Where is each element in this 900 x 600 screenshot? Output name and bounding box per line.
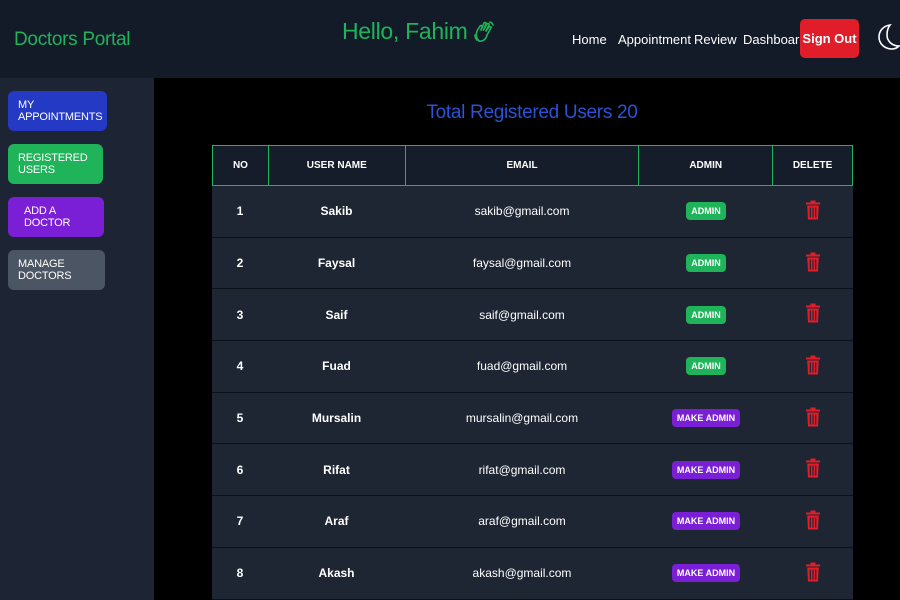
trash-icon[interactable] [805, 355, 820, 378]
cell-email: fuad@gmail.com [476, 359, 568, 374]
cell-user-name: Mursalin [311, 411, 362, 426]
sidebar-item-manage-doctors[interactable]: MANAGE DOCTORS [8, 250, 105, 290]
cell-delete [773, 238, 852, 289]
cell-email: akash@gmail.com [472, 566, 572, 581]
sidebar-item-my-appointments[interactable]: MY APPOINTMENTS [8, 91, 107, 131]
column-header-user-name: USER NAME [269, 146, 406, 185]
trash-icon[interactable] [805, 407, 820, 430]
trash-icon[interactable] [805, 200, 820, 223]
make-admin-button[interactable]: MAKE ADMIN [671, 460, 741, 479]
cell-delete [773, 496, 852, 547]
table-body: 1 Sakib sakib@gmail.com ADMIN 2 Faysal faysal@… [212, 186, 853, 600]
trash-icon[interactable] [805, 303, 820, 326]
greeting: Hello, Fahim [342, 18, 494, 45]
column-header-email: EMAIL [406, 146, 640, 185]
cell-admin: MAKE ADMIN [639, 548, 773, 599]
cell-no: 2 [236, 256, 244, 271]
table-row: 2 Faysal faysal@gmail.com ADMIN [212, 237, 853, 290]
cell-no: 6 [236, 462, 244, 477]
admin-badge: ADMIN [686, 254, 726, 273]
cell-no: 8 [236, 566, 244, 581]
cell-delete [773, 289, 852, 340]
trash-icon[interactable] [805, 562, 820, 585]
cell-delete [773, 444, 852, 495]
cell-email: rifat@gmail.com [478, 462, 566, 477]
column-header-no: NO [213, 146, 269, 185]
cell-admin: MAKE ADMIN [639, 393, 773, 444]
trash-icon[interactable] [805, 510, 820, 533]
column-header-delete: DELETE [792, 160, 833, 171]
make-admin-button[interactable]: MAKE ADMIN [671, 409, 741, 428]
table-row: 8 Akash akash@gmail.com MAKE ADMIN [212, 547, 853, 600]
cell-email: faysal@gmail.com [472, 256, 572, 271]
table-row: 4 Fuad fuad@gmail.com ADMIN [212, 341, 853, 393]
sidebar-item-add-a-doctor[interactable]: ADD A DOCTOR [8, 197, 104, 237]
cell-no: 5 [236, 411, 244, 426]
cell-delete [773, 186, 852, 237]
cell-admin: MAKE ADMIN [639, 496, 773, 547]
cell-no: 7 [236, 514, 244, 529]
cell-delete [773, 341, 852, 392]
waving-hand-icon [473, 20, 494, 42]
trash-icon[interactable] [805, 252, 820, 275]
cell-user-name: Akash [318, 566, 355, 581]
cell-admin: ADMIN [639, 186, 773, 237]
cell-user-name: Rifat [323, 462, 350, 477]
sign-out-button[interactable]: Sign Out [800, 19, 859, 58]
make-admin-button[interactable]: MAKE ADMIN [671, 512, 741, 531]
cell-no: 3 [236, 307, 244, 322]
cell-user-name: Saif [325, 307, 348, 322]
table-header: NO USER NAME EMAIL ADMIN DELETE [212, 145, 853, 186]
admin-badge: ADMIN [686, 305, 726, 324]
table-row: 3 Saif saif@gmail.com ADMIN [212, 289, 853, 342]
cell-email: sakib@gmail.com [474, 204, 570, 219]
table-row: 7 Araf araf@gmail.com MAKE ADMIN [212, 496, 853, 548]
cell-admin: ADMIN [639, 238, 773, 289]
cell-user-name: Araf [324, 514, 349, 529]
trash-icon[interactable] [805, 458, 820, 481]
users-table: NO USER NAME EMAIL ADMIN DELETE 1 Sakib sa… [212, 145, 853, 600]
table-row: 1 Sakib sakib@gmail.com ADMIN [212, 186, 853, 238]
cell-no: 4 [236, 359, 244, 374]
moon-icon[interactable] [876, 22, 900, 52]
sidebar: MY APPOINTMENTS REGISTERED USERS ADD A D… [0, 78, 154, 600]
cell-admin: MAKE ADMIN [639, 444, 773, 495]
greeting-text: Hello, Fahim [342, 18, 468, 44]
nav-review[interactable]: Review [694, 32, 737, 47]
nav-dashboard[interactable]: Dashboard [743, 32, 807, 47]
nav-appointment[interactable]: Appointment [618, 32, 691, 47]
cell-delete [773, 548, 852, 599]
cell-user-name: Faysal [317, 256, 356, 271]
cell-email: mursalin@gmail.com [465, 411, 579, 426]
brand-logo[interactable]: Doctors Portal [14, 29, 130, 51]
cell-admin: ADMIN [639, 341, 773, 392]
top-navbar: Doctors Portal Hello, Fahim Home Appoint… [0, 0, 900, 78]
admin-badge: ADMIN [686, 357, 726, 376]
admin-badge: ADMIN [686, 202, 726, 221]
table-row: 6 Rifat rifat@gmail.com MAKE ADMIN [212, 444, 853, 497]
cell-email: saif@gmail.com [479, 307, 565, 322]
cell-delete [773, 393, 852, 444]
column-header-admin: ADMIN [639, 146, 774, 185]
page-title: Total Registered Users 20 [426, 102, 638, 123]
cell-admin: ADMIN [639, 289, 773, 340]
cell-no: 1 [236, 204, 244, 219]
cell-user-name: Fuad [322, 359, 351, 374]
cell-email: araf@gmail.com [478, 514, 566, 529]
make-admin-button[interactable]: MAKE ADMIN [671, 564, 741, 583]
sidebar-item-registered-users[interactable]: REGISTERED USERS [8, 144, 103, 184]
nav-home[interactable]: Home [572, 32, 607, 47]
table-row: 5 Mursalin mursalin@gmail.com MAKE ADMIN [212, 392, 853, 445]
cell-user-name: Sakib [320, 204, 353, 219]
